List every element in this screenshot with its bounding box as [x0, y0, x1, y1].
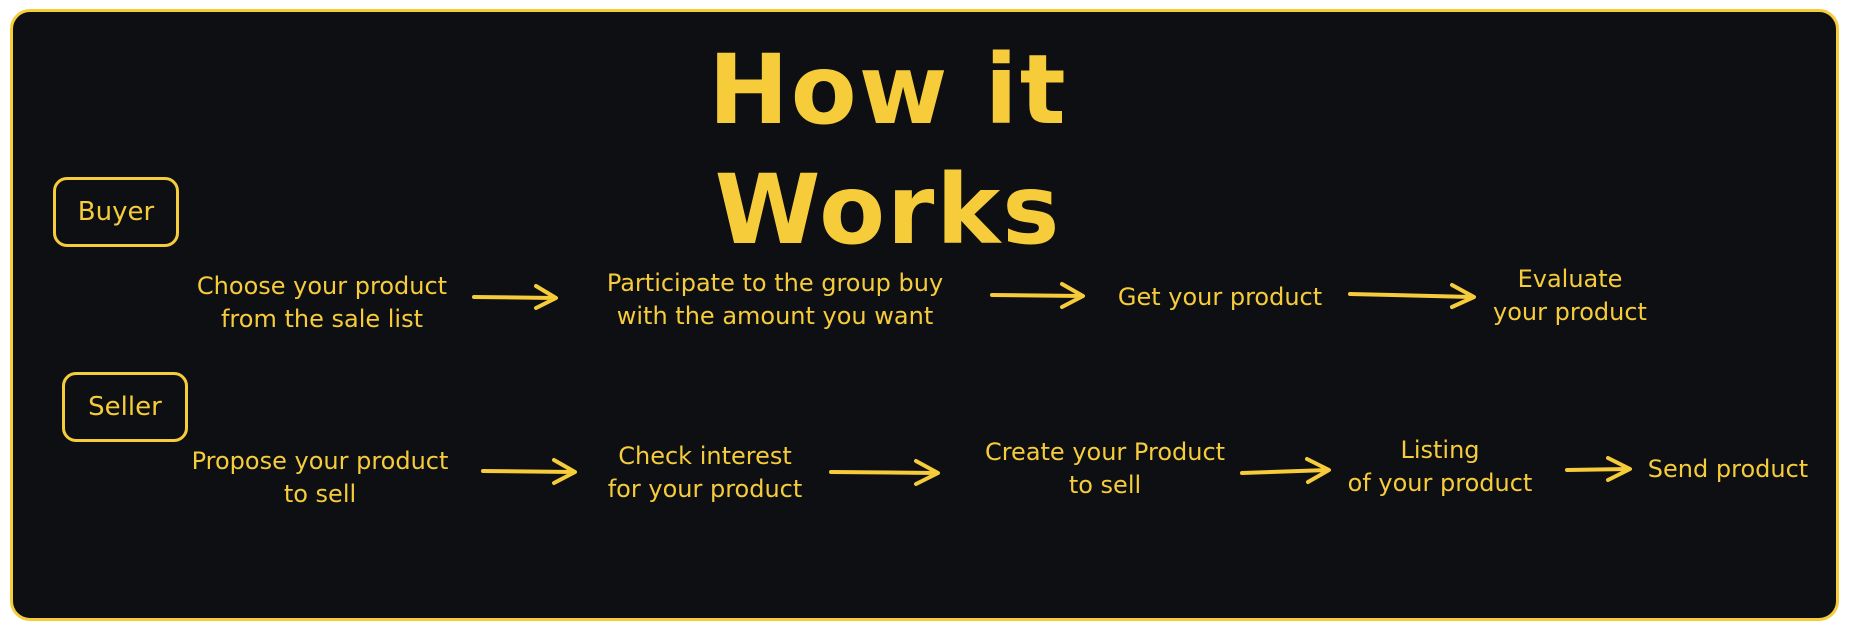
buyer-step-get-product: Get your product: [1117, 283, 1323, 311]
page-title: How it Works: [708, 34, 1068, 266]
buyer-step-participate-group-buy: Participate to the group buy with the am…: [606, 269, 944, 330]
buyer-step-evaluate-product: Evaluate your product: [1493, 265, 1647, 326]
buyer-role-label: Buyer: [77, 197, 155, 227]
seller-role-box: Seller: [62, 372, 188, 442]
seller-step-propose-product: Propose your product to sell: [191, 447, 449, 508]
seller-step-create-product: Create your Product to sell: [984, 438, 1226, 499]
buyer-step-choose-product: Choose your product from the sale list: [196, 272, 448, 333]
seller-step-check-interest: Check interest for your product: [607, 442, 803, 503]
seller-role-label: Seller: [88, 392, 162, 422]
seller-step-send-product: Send product: [1647, 455, 1809, 483]
buyer-role-box: Buyer: [53, 177, 179, 247]
seller-step-listing: Listing of your product: [1347, 436, 1533, 497]
